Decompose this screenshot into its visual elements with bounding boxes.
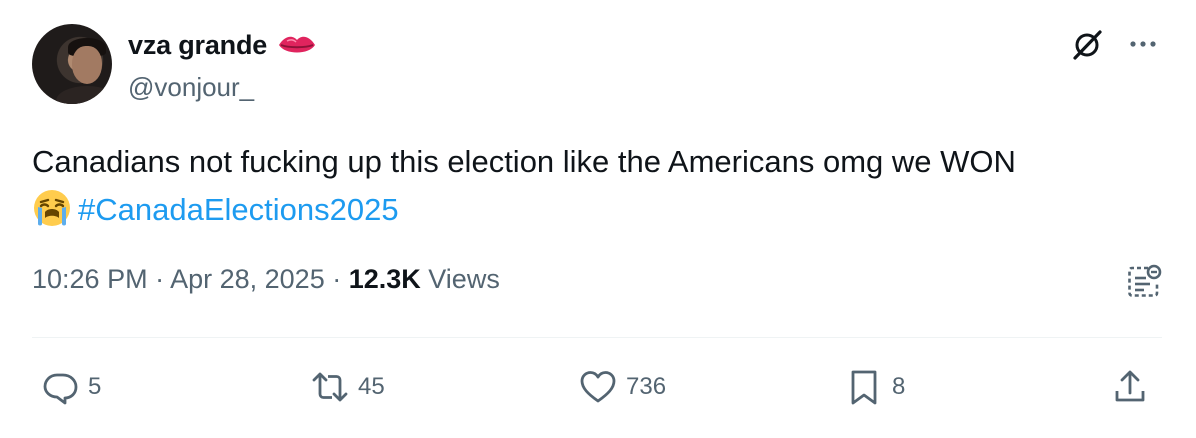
tweet-text: Canadians not fucking up this election l… xyxy=(32,138,1172,234)
analytics-icon[interactable] xyxy=(1124,262,1162,300)
like-count: 736 xyxy=(626,373,667,400)
more-options-icon[interactable] xyxy=(1126,32,1160,56)
display-name[interactable]: vza grande xyxy=(128,30,267,61)
views-label: Views xyxy=(420,264,500,294)
reply-icon xyxy=(43,373,78,405)
avatar[interactable] xyxy=(32,24,112,104)
share-button[interactable] xyxy=(1110,362,1150,412)
bookmark-icon xyxy=(851,370,877,405)
loudly-crying-face-icon xyxy=(34,190,70,226)
bookmark-count: 8 xyxy=(892,373,906,400)
repost-button[interactable]: 45 xyxy=(310,362,385,412)
reply-count: 5 xyxy=(88,373,102,400)
meta-separator: · xyxy=(324,264,349,294)
like-button[interactable]: 736 xyxy=(578,362,666,412)
views-count: 12.3K xyxy=(348,264,421,294)
tweet-time[interactable]: 10:26 PM xyxy=(32,264,148,294)
share-icon xyxy=(1115,370,1145,402)
bookmark-button[interactable]: 8 xyxy=(844,362,905,412)
heart-icon xyxy=(580,371,616,403)
repost-count: 45 xyxy=(358,373,385,400)
tweet-text-line-2: #CanadaElections2025 xyxy=(32,186,1172,234)
meta-separator: · xyxy=(147,264,171,294)
tweet-text-line: Canadians not fucking up this election l… xyxy=(32,144,1016,179)
reply-button[interactable]: 5 xyxy=(40,362,101,412)
display-name-row[interactable]: vza grande xyxy=(128,30,317,61)
repost-icon xyxy=(312,372,348,402)
tweet-date[interactable]: Apr 28, 2025 xyxy=(170,264,325,294)
lips-icon xyxy=(279,36,316,52)
user-handle[interactable]: @vonjour_ xyxy=(128,72,254,103)
tweet-meta: 10:26 PM · Apr 28, 2025 · 12.3K Views xyxy=(32,264,500,295)
divider xyxy=(32,337,1162,338)
action-bar: 5 45 736 8 xyxy=(0,362,1196,412)
grok-icon[interactable] xyxy=(1070,28,1104,62)
hashtag-link[interactable]: #CanadaElections2025 xyxy=(78,192,399,227)
